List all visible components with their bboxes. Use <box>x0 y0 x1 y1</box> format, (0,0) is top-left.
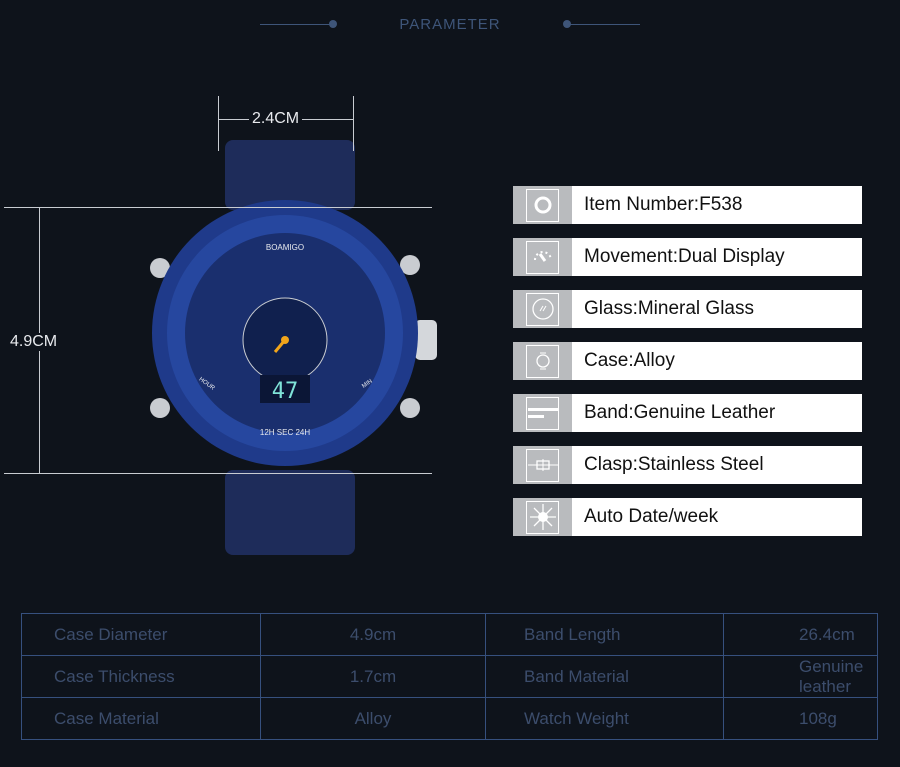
watch-strap-bottom <box>225 470 355 555</box>
dim-width-right-tick <box>353 96 354 151</box>
height-label: 4.9CM <box>7 333 61 351</box>
table-row: Case Material Alloy Watch Weight 108g <box>21 697 878 740</box>
gauge-icon <box>526 240 559 274</box>
width-label: 2.4CM <box>249 110 303 128</box>
spec-label: Case:Alloy <box>584 350 675 371</box>
cell-value: 108g <box>723 697 878 740</box>
band-icon <box>526 396 559 430</box>
spec-label: Auto Date/week <box>584 506 719 527</box>
spec-label: Band:Genuine Leather <box>584 402 776 423</box>
dim-height-bottom-line <box>4 473 432 474</box>
crown-main <box>415 320 437 360</box>
sun-icon <box>526 500 559 534</box>
spec-label: Glass:Mineral Glass <box>584 298 754 319</box>
header-line-right <box>567 24 640 25</box>
cell-value: 1.7cm <box>260 655 486 698</box>
cell-label: Case Thickness <box>21 655 261 698</box>
spec-glass: Glass:Mineral Glass <box>513 290 862 328</box>
spec-clasp: Clasp:Stainless Steel <box>513 446 862 484</box>
table-row: Case Thickness 1.7cm Band Material Genui… <box>21 655 878 698</box>
watch-strap-top <box>225 140 355 210</box>
spec-case: Case:Alloy <box>513 342 862 380</box>
cell-value: 26.4cm <box>723 613 878 656</box>
glass-icon <box>526 292 559 326</box>
crown-bottom-right <box>400 398 420 418</box>
cell-value: Alloy <box>260 697 486 740</box>
parameter-table: Case Diameter 4.9cm Band Length 26.4cm C… <box>21 613 878 740</box>
hand-pivot <box>281 336 289 344</box>
cell-label: Band Length <box>485 613 724 656</box>
clasp-icon <box>526 448 559 482</box>
cell-value: Genuine leather <box>723 655 878 698</box>
dim-height-top-line <box>4 207 432 208</box>
spec-label: Item Number:F538 <box>584 194 743 215</box>
spec-label: Movement:Dual Display <box>584 246 785 267</box>
cell-value: 4.9cm <box>260 613 486 656</box>
page-title: PARAMETER <box>399 16 501 33</box>
bottom-labels: 12H SEC 24H <box>260 428 310 437</box>
dim-width-left-tick <box>218 96 219 151</box>
spec-band: Band:Genuine Leather <box>513 394 862 432</box>
cell-label: Band Material <box>485 655 724 698</box>
watch-case-icon <box>526 188 559 222</box>
spec-item-number: Item Number:F538 <box>513 186 862 224</box>
spec-movement: Movement:Dual Display <box>513 238 862 276</box>
watch-image: BOAMIGO 47 12H SEC 24H HOUR MIN <box>150 140 437 555</box>
spec-date: Auto Date/week <box>513 498 862 536</box>
brand: BOAMIGO <box>266 243 304 252</box>
spec-label: Clasp:Stainless Steel <box>584 454 764 475</box>
table-row: Case Diameter 4.9cm Band Length 26.4cm <box>21 613 878 656</box>
cell-label: Watch Weight <box>485 697 724 740</box>
crown-bottom-left <box>150 398 170 418</box>
cell-label: Case Material <box>21 697 261 740</box>
lcd-digits: 47 <box>272 379 299 404</box>
watch-outline-icon <box>526 344 559 378</box>
cell-label: Case Diameter <box>21 613 261 656</box>
